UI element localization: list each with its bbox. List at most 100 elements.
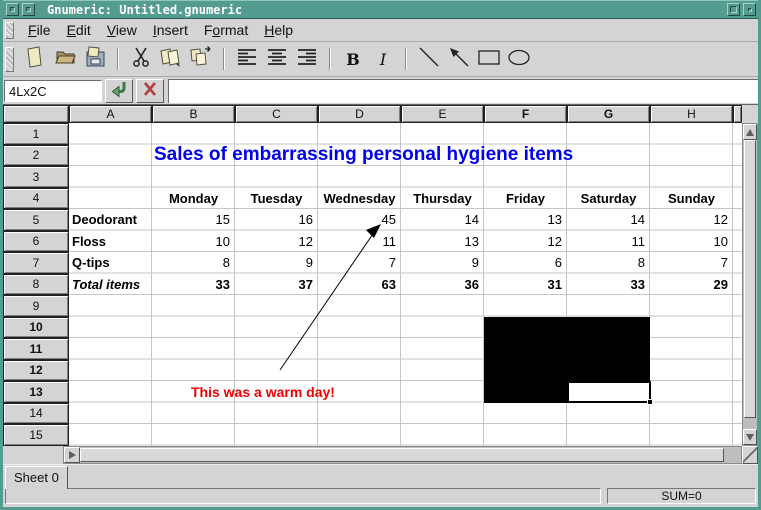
- toolbar-copy-button[interactable]: [156, 45, 186, 73]
- row-header-13[interactable]: 13: [3, 381, 69, 403]
- cell-G6[interactable]: 11: [567, 231, 650, 253]
- toolbar-draw-line-button[interactable]: [414, 45, 444, 73]
- accept-edit-button[interactable]: [105, 79, 133, 103]
- day-header-friday[interactable]: Friday: [484, 188, 567, 210]
- toolbar-cut-button[interactable]: [126, 45, 156, 73]
- cell-D6[interactable]: 11: [318, 231, 401, 253]
- window-menu-icon[interactable]: [6, 3, 19, 16]
- cell-C5[interactable]: 16: [235, 209, 318, 231]
- row-header-1[interactable]: 1: [3, 123, 69, 145]
- cell-G7[interactable]: 8: [567, 252, 650, 274]
- iconify-icon[interactable]: [743, 3, 756, 16]
- day-header-tuesday[interactable]: Tuesday: [235, 188, 318, 210]
- cell-G8[interactable]: 33: [567, 274, 650, 296]
- toolbar-draw-ellipse-button[interactable]: [504, 45, 534, 73]
- toolbar-italic-button[interactable]: I: [368, 45, 398, 73]
- column-header-E[interactable]: E: [401, 105, 484, 123]
- cell-B8[interactable]: 33: [152, 274, 235, 296]
- horizontal-scrollbar[interactable]: [63, 446, 742, 464]
- cell-F8[interactable]: 31: [484, 274, 567, 296]
- cell-H6[interactable]: 10: [650, 231, 733, 253]
- vertical-scrollbar-thumb[interactable]: [744, 140, 756, 418]
- toolbar-align-left-button[interactable]: [232, 45, 262, 73]
- row-header-9[interactable]: 9: [3, 295, 69, 317]
- toolbar-draw-arrow-button[interactable]: [444, 45, 474, 73]
- day-header-sunday[interactable]: Sunday: [650, 188, 733, 210]
- row-header-7[interactable]: 7: [3, 252, 69, 274]
- cell-B6[interactable]: 10: [152, 231, 235, 253]
- cell-F6[interactable]: 12: [484, 231, 567, 253]
- day-header-wednesday[interactable]: Wednesday: [318, 188, 401, 210]
- toolbar-new-file-button[interactable]: [20, 45, 50, 73]
- toolbar-paste-button[interactable]: [186, 45, 216, 73]
- row-header-3[interactable]: 3: [3, 166, 69, 188]
- cell-C6[interactable]: 12: [235, 231, 318, 253]
- column-header-D[interactable]: D: [318, 105, 401, 123]
- row-header-8[interactable]: 8: [3, 274, 69, 296]
- cell-B7[interactable]: 8: [152, 252, 235, 274]
- toolbar-draw-rectangle-button[interactable]: [474, 45, 504, 73]
- cell-D7[interactable]: 7: [318, 252, 401, 274]
- vertical-scrollbar[interactable]: [742, 123, 758, 446]
- grid-corner-box[interactable]: [3, 105, 69, 123]
- row-header-14[interactable]: 14: [3, 403, 69, 425]
- pane-resize-handle[interactable]: [742, 446, 758, 464]
- row-header-6[interactable]: 6: [3, 231, 69, 253]
- row-label[interactable]: Floss: [69, 231, 152, 253]
- cell-E6[interactable]: 13: [401, 231, 484, 253]
- row-header-10[interactable]: 10: [3, 317, 69, 339]
- menu-item-help[interactable]: Help: [256, 20, 301, 40]
- toolbar-bold-button[interactable]: B: [338, 45, 368, 73]
- menubar-grip-handle[interactable]: [5, 22, 14, 39]
- cell-F5[interactable]: 13: [484, 209, 567, 231]
- cell-D5[interactable]: 45: [318, 209, 401, 231]
- column-header-G[interactable]: G: [567, 105, 650, 123]
- toolbar-align-center-button[interactable]: [262, 45, 292, 73]
- column-header-F[interactable]: F: [484, 105, 567, 123]
- row-header-2[interactable]: 2: [3, 145, 69, 167]
- menu-item-format[interactable]: Format: [196, 20, 256, 40]
- menu-item-edit[interactable]: Edit: [59, 20, 99, 40]
- row-label[interactable]: Q-tips: [69, 252, 152, 274]
- cell-H8[interactable]: 29: [650, 274, 733, 296]
- row-header-5[interactable]: 5: [3, 209, 69, 231]
- cell-F7[interactable]: 6: [484, 252, 567, 274]
- cell-H5[interactable]: 12: [650, 209, 733, 231]
- cell-E7[interactable]: 9: [401, 252, 484, 274]
- column-header-H[interactable]: H: [650, 105, 733, 123]
- cell-reference-box[interactable]: 4Lx2C: [4, 80, 102, 102]
- toolbar-grip-handle[interactable]: [5, 47, 14, 72]
- scroll-up-button[interactable]: [743, 124, 757, 140]
- scroll-right-button[interactable]: [64, 447, 80, 463]
- menu-item-insert[interactable]: Insert: [145, 20, 196, 40]
- row-header-11[interactable]: 11: [3, 338, 69, 360]
- column-header-A[interactable]: A: [69, 105, 152, 123]
- cell-E5[interactable]: 14: [401, 209, 484, 231]
- sheet-title-text[interactable]: Sales of embarrassing personal hygiene i…: [154, 145, 654, 167]
- menu-item-file[interactable]: File: [20, 20, 59, 40]
- menu-item-view[interactable]: View: [99, 20, 145, 40]
- cell-H7[interactable]: 7: [650, 252, 733, 274]
- row-label[interactable]: Deodorant: [69, 209, 152, 231]
- day-header-monday[interactable]: Monday: [152, 188, 235, 210]
- cell-C8[interactable]: 37: [235, 274, 318, 296]
- title-bar[interactable]: Gnumeric: Untitled.gnumeric: [3, 0, 758, 19]
- row-header-12[interactable]: 12: [3, 360, 69, 382]
- row-header-4[interactable]: 4: [3, 188, 69, 210]
- column-header-partial[interactable]: [733, 105, 742, 123]
- toolbar-align-right-button[interactable]: [292, 45, 322, 73]
- formula-input[interactable]: [168, 79, 758, 103]
- annotation-text[interactable]: This was a warm day!: [191, 381, 391, 403]
- sheet-tab[interactable]: Sheet 0: [5, 466, 68, 489]
- toolbar-open-file-button[interactable]: [50, 45, 80, 73]
- cancel-edit-button[interactable]: [136, 79, 164, 103]
- cell-G5[interactable]: 14: [567, 209, 650, 231]
- cell-B5[interactable]: 15: [152, 209, 235, 231]
- row-label[interactable]: Total items: [69, 274, 152, 296]
- active-cell[interactable]: [567, 381, 651, 403]
- cell-D8[interactable]: 63: [318, 274, 401, 296]
- cell-C7[interactable]: 9: [235, 252, 318, 274]
- day-header-saturday[interactable]: Saturday: [567, 188, 650, 210]
- horizontal-scrollbar-thumb[interactable]: [80, 448, 724, 462]
- column-header-B[interactable]: B: [152, 105, 235, 123]
